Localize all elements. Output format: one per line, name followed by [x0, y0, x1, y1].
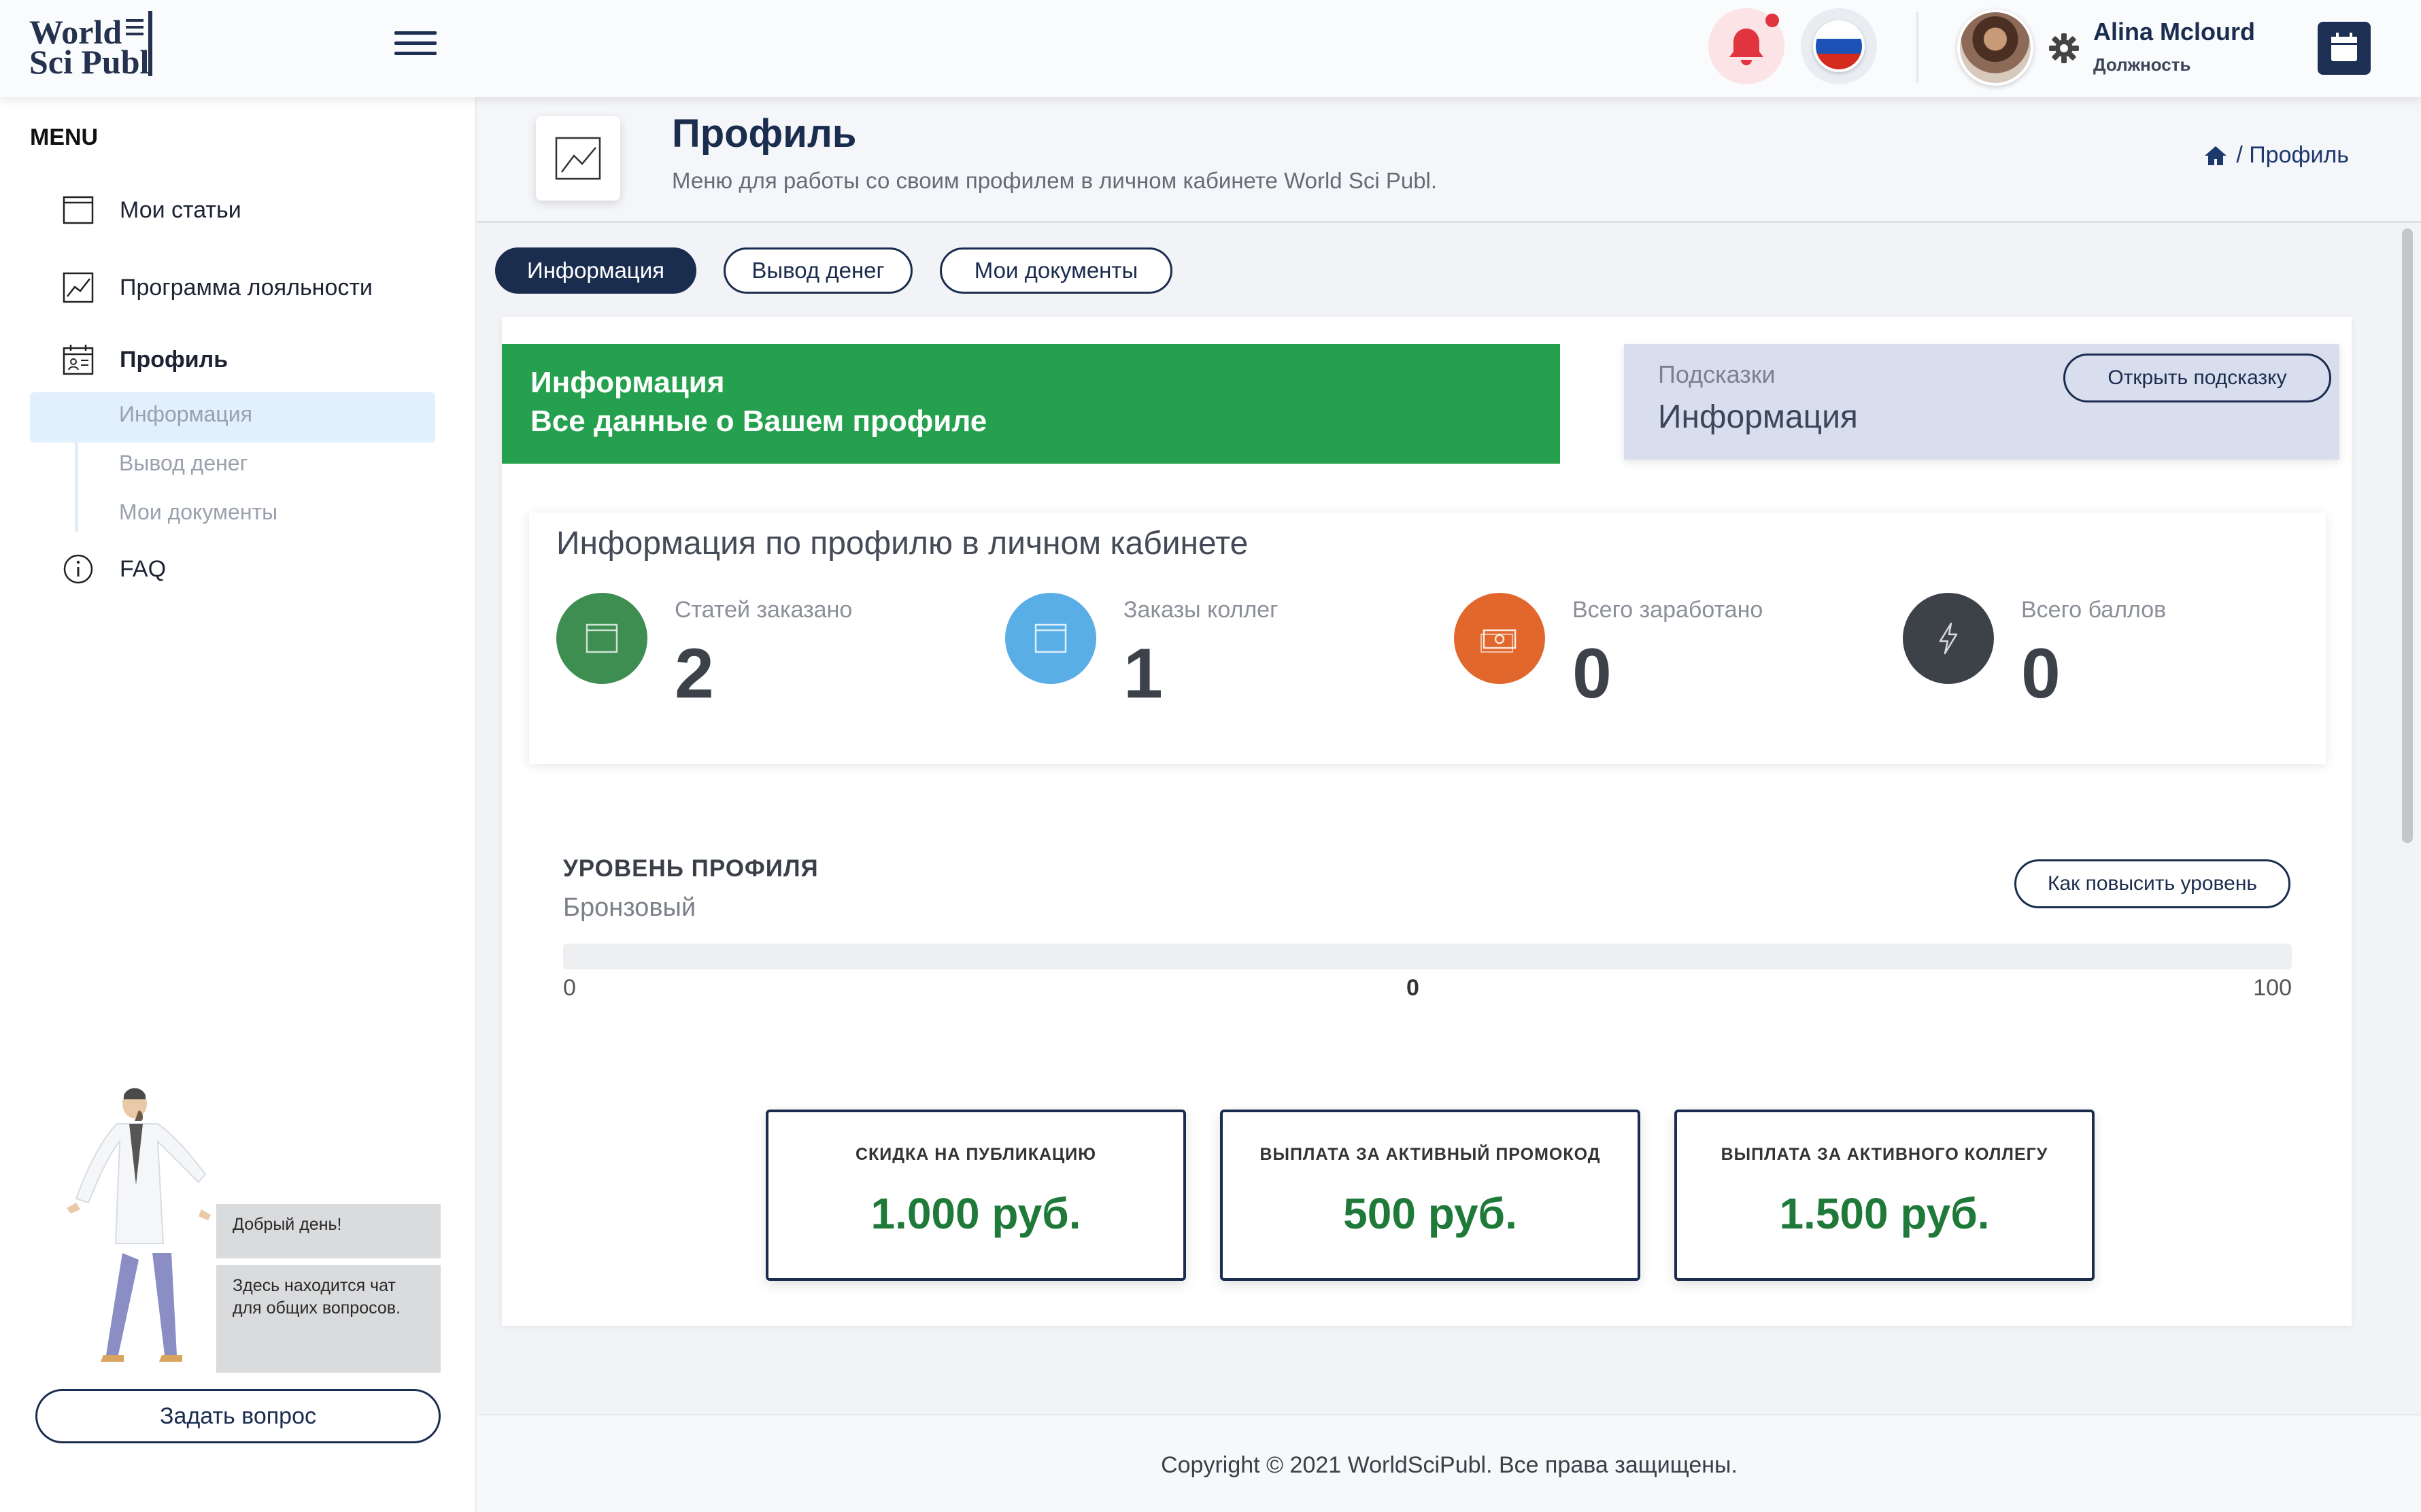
logo-lines-icon: [126, 19, 143, 39]
browser-window-icon: [1034, 623, 1067, 653]
stat-icon-circle: [1903, 593, 1994, 684]
breadcrumb-current: / Профиль: [2236, 142, 2349, 168]
info-circle-icon: [63, 554, 93, 584]
user-role: Должность: [2093, 54, 2191, 75]
browser-window-icon: [586, 623, 618, 653]
browser-window-icon: [63, 196, 94, 224]
submenu-item-documents[interactable]: Мои документы: [119, 500, 277, 525]
avatar[interactable]: [1957, 10, 2033, 86]
stat-total-earned: Всего заработано 0: [1454, 593, 1889, 729]
sidebar-item-label: FAQ: [120, 555, 167, 582]
tab-withdraw[interactable]: Вывод денег: [724, 247, 913, 294]
reward-label: СКИДКА НА ПУБЛИКАЦИЮ: [855, 1145, 1097, 1164]
calendar-button[interactable]: [2318, 22, 2371, 75]
profile-level-title: УРОВЕНЬ ПРОФИЛЯ: [563, 855, 819, 882]
sidebar-item-faq[interactable]: FAQ: [61, 549, 166, 589]
page-subtitle: Меню для работы со своим профилем в личн…: [672, 168, 1438, 193]
menu-title: MENU: [30, 124, 99, 150]
profile-level-name: Бронзовый: [563, 893, 696, 922]
submenu-item-withdraw[interactable]: Вывод денег: [119, 451, 248, 476]
language-button[interactable]: [1801, 8, 1877, 84]
reward-value: 1.000 руб.: [870, 1189, 1081, 1238]
calendar-user-icon: [63, 345, 94, 375]
line-chart-icon: [63, 272, 94, 303]
stat-value: 0: [1572, 634, 1612, 713]
russia-flag-icon: [1813, 20, 1865, 72]
sidebar-item-label: Мои статьи: [120, 196, 241, 223]
header-divider: [1916, 12, 1918, 83]
profile-stats: Информация по профилю в личном кабинете …: [529, 513, 2326, 764]
copyright-text: Copyright © 2021 WorldSciPubl. Все права…: [1161, 1452, 1738, 1478]
breadcrumb: / Профиль: [2203, 142, 2349, 169]
submenu-item-info[interactable]: Информация: [119, 402, 252, 427]
notifications-button[interactable]: [1708, 8, 1784, 84]
sidebar-item-label: Программа лояльности: [120, 274, 373, 300]
stat-value: 0: [2021, 634, 2061, 713]
page-title: Профиль: [672, 111, 857, 156]
page-header: Профиль Меню для работы со своим профиле…: [477, 97, 2421, 223]
main-card: Информация Все данные о Вашем профиле По…: [502, 317, 2352, 1326]
stat-icon-circle: [1454, 593, 1545, 684]
reward-card-colleague: ВЫПЛАТА ЗА АКТИВНОГО КОЛЛЕГУ 1.500 руб.: [1674, 1110, 2095, 1281]
banner-subtitle: Все данные о Вашем профиле: [530, 405, 987, 439]
stat-icon-circle: [1005, 593, 1096, 684]
hints-label: Подсказки: [1658, 360, 1776, 388]
reward-value: 1.500 руб.: [1779, 1189, 1990, 1238]
stat-label: Всего заработано: [1572, 597, 1763, 623]
stat-label: Всего баллов: [2021, 597, 2167, 623]
reward-card-discount: СКИДКА НА ПУБЛИКАЦИЮ 1.000 руб.: [766, 1110, 1186, 1281]
stat-articles-ordered: Статей заказано 2: [556, 593, 992, 729]
reward-card-promocode: ВЫПЛАТА ЗА АКТИВНЫЙ ПРОМОКОД 500 руб.: [1220, 1110, 1640, 1281]
stats-title: Информация по профилю в личном кабинете: [556, 526, 1249, 562]
stat-colleague-orders: Заказы коллег 1: [1005, 593, 1440, 729]
sidebar-item-my-articles[interactable]: Мои статьи: [61, 190, 241, 230]
doctor-illustration: [67, 1088, 211, 1362]
tab-documents[interactable]: Мои документы: [940, 247, 1172, 294]
logo-bar: [148, 11, 152, 76]
sidebar-item-profile[interactable]: Профиль: [61, 339, 228, 380]
stat-label: Статей заказано: [675, 597, 853, 623]
home-icon[interactable]: [2203, 144, 2228, 167]
tab-information[interactable]: Информация: [495, 247, 696, 294]
reward-value: 500 руб.: [1343, 1189, 1517, 1238]
stat-icon-circle: [556, 593, 647, 684]
page-icon: [536, 116, 620, 201]
sidebar-item-label: Профиль: [120, 346, 228, 373]
progress-max-label: 100: [2253, 975, 2292, 1001]
chat-bubble-greeting: Добрый день!: [216, 1204, 441, 1258]
site-logo[interactable]: World Sci Publ: [29, 11, 158, 79]
hints-box: Подсказки Информация Открыть подсказку: [1624, 344, 2339, 460]
lightning-icon: [1939, 622, 1958, 655]
chat-bubble-info: Здесь находится чат для общих вопросов.: [216, 1265, 441, 1373]
reward-label: ВЫПЛАТА ЗА АКТИВНОГО КОЛЛЕГУ: [1721, 1145, 2048, 1164]
footer: Copyright © 2021 WorldSciPubl. Все права…: [477, 1414, 2421, 1512]
reward-label: ВЫПЛАТА ЗА АКТИВНЫЙ ПРОМОКОД: [1259, 1145, 1601, 1164]
level-progress-bar: [563, 944, 2292, 969]
open-hint-button[interactable]: Открыть подсказку: [2063, 354, 2331, 402]
line-chart-icon: [555, 137, 601, 180]
stat-total-points: Всего баллов 0: [1903, 593, 2338, 729]
calendar-icon: [2331, 33, 2357, 61]
top-header: World Sci Publ Alina Mclourd Должность: [0, 0, 2421, 97]
stat-value: 1: [1123, 634, 1163, 713]
hints-title: Информация: [1658, 399, 1858, 435]
notification-dot: [1765, 14, 1779, 27]
progress-min-label: 0: [563, 975, 576, 1001]
stat-label: Заказы коллег: [1123, 597, 1279, 623]
scrollbar-thumb[interactable]: [2402, 228, 2413, 843]
stat-value: 2: [675, 634, 714, 713]
info-banner: Информация Все данные о Вашем профиле: [502, 344, 1560, 464]
logo-line2: Sci Publ: [29, 43, 150, 81]
ask-question-button[interactable]: Задать вопрос: [35, 1389, 441, 1443]
hamburger-menu-icon[interactable]: [394, 31, 437, 58]
user-name[interactable]: Alina Mclourd: [2093, 18, 2255, 46]
banner-title: Информация: [530, 366, 725, 399]
progress-current-label: 0: [1406, 975, 1419, 1001]
gear-icon[interactable]: [2047, 31, 2081, 65]
money-icon: [1480, 629, 1517, 653]
how-to-level-up-button[interactable]: Как повысить уровень: [2014, 859, 2290, 908]
sidebar: MENU Мои статьи Программа лояльности Про…: [0, 97, 476, 1512]
sidebar-item-loyalty[interactable]: Программа лояльности: [61, 267, 373, 308]
